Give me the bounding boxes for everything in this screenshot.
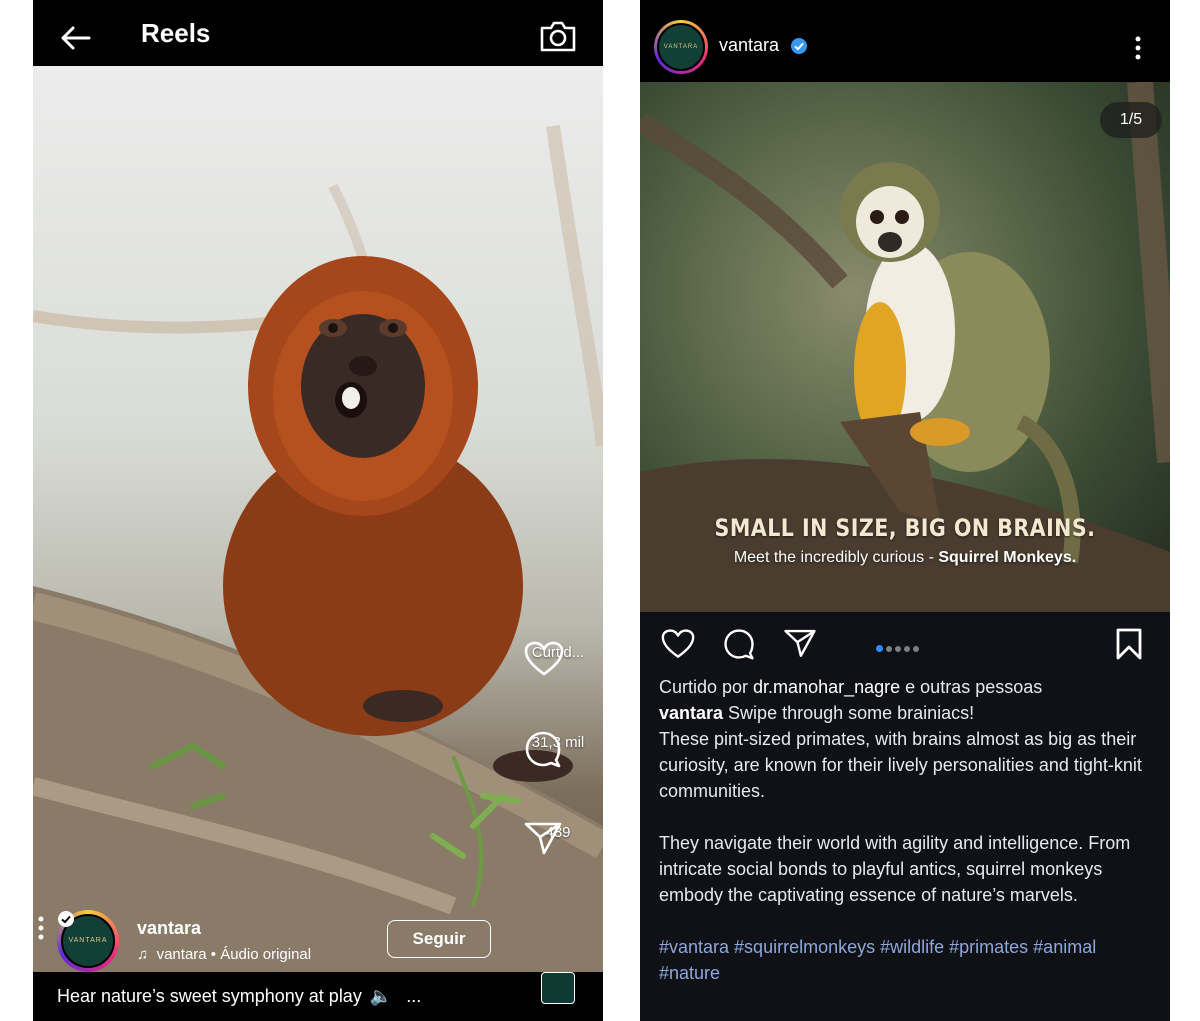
camera-icon[interactable] [538,17,578,55]
audio-label: vantara • Áudio original [156,946,312,963]
carousel-dot [876,645,883,652]
comment-icon[interactable] [722,628,756,660]
speaker-icon: 🔈 [369,986,393,1006]
reel-caption-text: Hear nature’s sweet symphony at play [57,986,362,1006]
send-icon[interactable] [783,627,817,659]
verified-badge-icon [58,911,74,927]
reel-username[interactable]: vantara [137,918,201,939]
likes-user[interactable]: dr.manohar_nagre [753,677,900,697]
post-carousel-image[interactable]: 1/5 SMALL IN SIZE, BIG ON BRAINS. Meet t… [640,82,1170,612]
carousel-dot [904,646,910,652]
bookmark-icon[interactable] [1114,627,1144,661]
slide-counter: 1/5 [1100,102,1162,138]
caption-paragraph-2: They navigate their world with agility a… [659,833,1131,905]
reels-panel: Reels Curtid... 31,3 mil 439 VANTARA van… [33,0,603,1021]
overlay-subtitle: Meet the incredibly curious - Squirrel M… [640,549,1170,567]
caption-line1: Swipe through some brainiacs! [723,703,975,723]
reels-header: Reels [33,0,603,66]
overlay-subtitle-text: Meet the incredibly curious - [733,549,939,566]
hashtags[interactable]: #vantara #squirrelmonkeys #wildlife #pri… [659,934,1154,986]
more-options-icon[interactable] [33,914,49,942]
carousel-dot [895,646,901,652]
heart-icon[interactable] [523,640,565,678]
howler-monkey-image [33,125,603,972]
share-action[interactable]: 439 [523,820,593,855]
reel-audio[interactable]: ♫ vantara • Áudio original [137,946,311,963]
post-avatar-logo-text: VANTARA [657,23,705,71]
caption-paragraph-1: These pint-sized primates, with brains a… [659,729,1142,801]
panel-gap [603,0,640,1021]
post-username[interactable]: vantara [719,35,779,56]
reel-caption[interactable]: Hear nature’s sweet symphony at play 🔈... [57,986,421,1007]
music-note-icon: ♫ [137,946,149,963]
overlay-headline: SMALL IN SIZE, BIG ON BRAINS. [714,514,1096,542]
audio-thumbnail[interactable] [541,972,575,1004]
caption-username[interactable]: vantara [659,703,723,723]
overlay-subtitle-bold: Squirrel Monkeys. [938,549,1077,566]
like-action[interactable]: Curtid... [523,640,593,676]
reels-title: Reels [141,18,211,48]
reel-video[interactable]: Curtid... 31,3 mil 439 VANTARA vantara ♫… [33,66,603,972]
post-header: VANTARA vantara [640,0,1170,82]
carousel-dot [886,646,892,652]
post-text: Curtido por dr.manohar_nagre e outras pe… [659,674,1154,986]
comment-action[interactable]: 31,3 mil [523,730,593,768]
caption-first-line: vantara Swipe through some brainiacs! [659,700,1154,726]
back-arrow-icon[interactable] [57,20,93,56]
likes-prefix: Curtido por [659,677,754,697]
likes-summary[interactable]: Curtido por dr.manohar_nagre e outras pe… [659,674,1154,700]
more-options-icon[interactable] [1130,33,1146,63]
post-avatar[interactable]: VANTARA [654,20,708,74]
follow-button[interactable]: Seguir [387,920,491,958]
post-panel: VANTARA vantara 1/5 SMALL IN SIZE, BIG O… [640,0,1170,1021]
comment-icon[interactable] [523,730,563,768]
carousel-dot [913,646,919,652]
right-margin [1170,0,1200,1021]
verified-badge-icon [791,38,807,54]
post-actions-bar [640,612,1170,674]
left-margin [0,0,33,1021]
send-icon[interactable] [523,820,563,856]
carousel-indicator [876,639,922,652]
heart-icon[interactable] [660,628,696,660]
likes-suffix: e outras pessoas [900,677,1043,697]
caption-more[interactable]: ... [406,986,421,1006]
reel-author: VANTARA vantara ♫ vantara • Áudio origin… [57,910,517,972]
